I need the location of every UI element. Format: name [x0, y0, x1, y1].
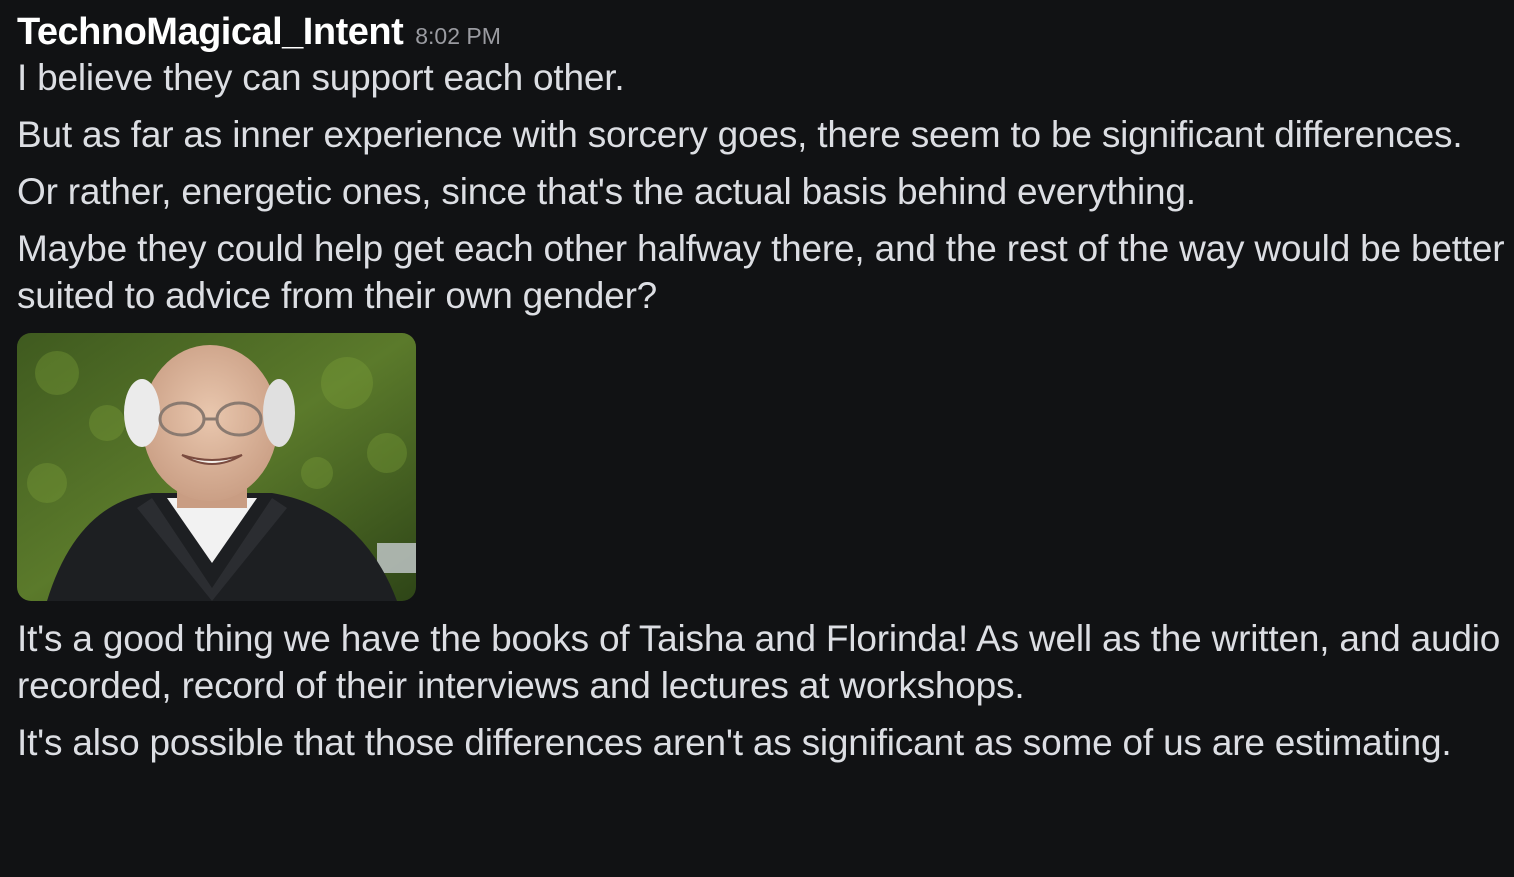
chat-message: TechnoMagical_Intent 8:02 PM I believe t… [17, 8, 1507, 776]
message-header: TechnoMagical_Intent 8:02 PM [17, 8, 1507, 58]
reaction-gif-image[interactable] [17, 333, 416, 601]
message-timestamp: 8:02 PM [415, 23, 501, 49]
message-line: I believe they can support each other. [17, 57, 625, 98]
message-line: It's a good thing we have the books of T… [17, 618, 1501, 706]
message-line: But as far as inner experience with sorc… [17, 114, 1463, 155]
message-line: Maybe they could help get each other hal… [17, 228, 1505, 316]
author-username[interactable]: TechnoMagical_Intent [17, 8, 404, 56]
message-line: Or rather, energetic ones, since that's … [17, 171, 1196, 212]
message-line: It's also possible that those difference… [17, 722, 1452, 763]
gif-picture [17, 333, 416, 601]
